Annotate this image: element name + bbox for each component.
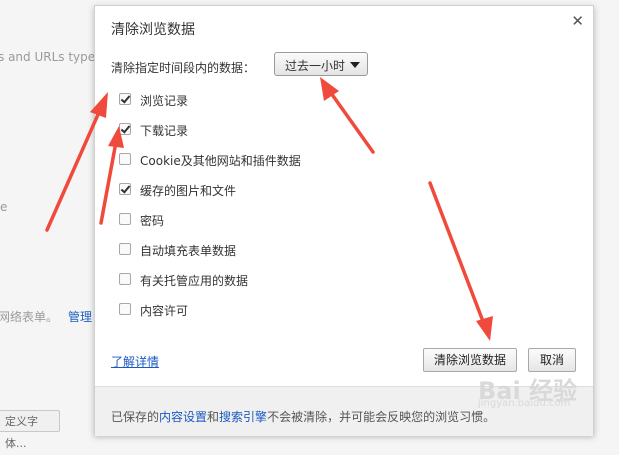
dropdown-arrow-icon [350,62,360,68]
dialog-title: 清除浏览数据 [111,22,195,38]
content-settings-link[interactable]: 内容设置 [159,410,207,424]
option-label: 自动填充表单数据 [140,244,237,258]
time-range-select[interactable]: 过去一小时 [274,52,368,76]
checkbox-cookies[interactable] [119,153,131,165]
search-engines-link[interactable]: 搜索引擎 [219,410,267,424]
learn-more-link[interactable]: 了解详情 [111,353,159,370]
checkbox-cached-images[interactable] [119,183,131,195]
cancel-button[interactable]: 取消 [528,348,576,372]
option-label: Cookie及其他网站和插件数据 [140,154,301,168]
arrow-to-browsing-history [45,108,102,232]
background-text-forms: 网络表单。 [0,310,59,324]
checkbox-browsing-history[interactable] [119,93,131,105]
checkbox-passwords[interactable] [119,213,131,225]
footer-prefix: 已保存的 [111,410,160,424]
option-label: 内容许可 [140,304,189,318]
checkbox-content-licenses[interactable] [119,303,131,315]
option-label: 浏览记录 [140,94,189,108]
background-fonts-button[interactable]: 定义字体... [0,410,60,450]
option-label: 缓存的图片和文件 [140,184,237,198]
footer-suffix: 不会被清除，并可能会反映您的浏览习惯。 [267,410,496,424]
background-manage-link[interactable]: 管理 [68,308,92,325]
watermark-url: jingyan.baidu.com [478,398,571,409]
option-label: 下载记录 [140,124,189,138]
footer-mid: 和 [207,410,220,424]
option-label: 密码 [140,214,165,228]
time-range-label: 清除指定时间段内的数据： [111,61,256,75]
option-label: 有关托管应用的数据 [140,274,249,288]
close-icon[interactable]: ✕ [571,12,584,30]
footer-note: 已保存的内容设置和搜索引擎不会被清除，并可能会反映您的浏览习惯。 [111,408,495,425]
checkbox-hosted-app-data[interactable] [119,273,131,285]
time-range-value: 过去一小时 [285,59,346,73]
checkbox-autofill[interactable] [119,243,131,255]
background-text-fragment: e [0,200,8,214]
checkbox-download-history[interactable] [119,123,131,135]
clear-browsing-data-button[interactable]: 清除浏览数据 [423,348,517,372]
